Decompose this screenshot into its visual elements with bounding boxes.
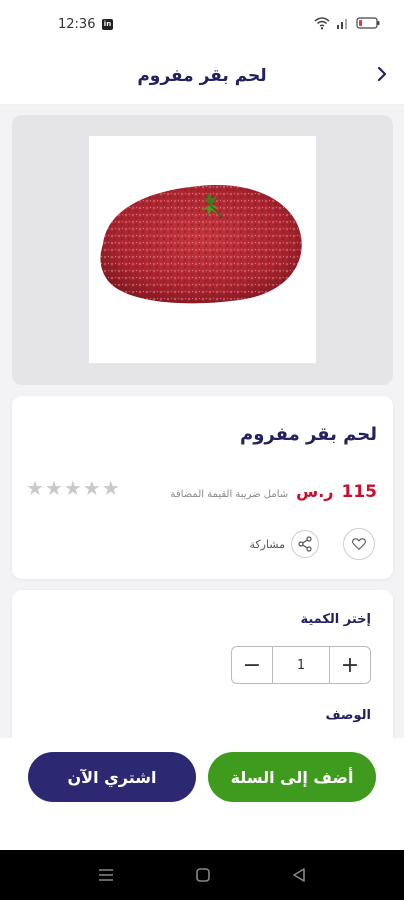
- description-label: الوصف: [325, 708, 371, 723]
- ground-beef-image: [100, 185, 302, 304]
- back-button[interactable]: [372, 64, 392, 84]
- heart-icon: [352, 538, 366, 550]
- wifi-icon: [314, 17, 330, 30]
- buy-now-button[interactable]: اشتري الآن: [28, 752, 196, 802]
- product-image[interactable]: [89, 136, 316, 363]
- system-nav-bar: [0, 850, 404, 900]
- status-icons: [314, 16, 380, 30]
- add-to-cart-button[interactable]: أضف إلى السلة: [208, 752, 376, 802]
- back-triangle-icon[interactable]: [290, 866, 308, 884]
- rating-stars[interactable]: ★ ★ ★ ★ ★: [26, 478, 120, 498]
- chevron-right-icon: [377, 66, 387, 82]
- price-row: 115 ر.س شامل ضريبة القيمة المضافة: [171, 482, 377, 502]
- favorite-button[interactable]: [343, 528, 375, 560]
- share-label: مشاركة: [249, 537, 285, 551]
- share-icon-wrap: [291, 530, 319, 558]
- signal-icon: [337, 19, 347, 29]
- bottom-action-bar: أضف إلى السلة اشتري الآن: [0, 738, 404, 850]
- price-currency: ر.س: [296, 482, 334, 501]
- star-icon: ★: [44, 476, 63, 500]
- linkedin-notification-icon: in: [102, 19, 113, 30]
- decrease-quantity-button[interactable]: −: [232, 647, 272, 683]
- price-value: 115: [341, 482, 378, 502]
- star-icon: ★: [63, 476, 82, 500]
- status-bar: 12:36 in: [0, 0, 404, 50]
- vat-note: شامل ضريبة القيمة المضافة: [170, 489, 289, 500]
- quantity-stepper: − 1 +: [231, 646, 371, 684]
- menu-icon[interactable]: [97, 866, 115, 884]
- status-time: 12:36: [58, 17, 96, 32]
- product-title: لحم بقر مفروم: [240, 424, 377, 445]
- app-header: لحم بقر مفروم: [0, 50, 404, 105]
- increase-quantity-button[interactable]: +: [330, 647, 370, 683]
- share-icon: [298, 536, 312, 552]
- page-title: لحم بقر مفروم: [137, 66, 267, 86]
- home-icon[interactable]: [194, 866, 212, 884]
- product-info-card: لحم بقر مفروم 115 ر.س شامل ضريبة القيمة …: [12, 396, 393, 579]
- quantity-value[interactable]: 1: [272, 647, 330, 683]
- star-icon: ★: [82, 476, 101, 500]
- star-icon: ★: [101, 476, 120, 500]
- quantity-card: إختر الكمية − 1 + الوصف: [12, 590, 393, 760]
- product-image-card: [12, 115, 393, 385]
- share-button[interactable]: مشاركة: [249, 528, 319, 560]
- battery-icon: [356, 17, 380, 29]
- star-icon: ★: [26, 476, 44, 500]
- quantity-label: إختر الكمية: [300, 612, 371, 627]
